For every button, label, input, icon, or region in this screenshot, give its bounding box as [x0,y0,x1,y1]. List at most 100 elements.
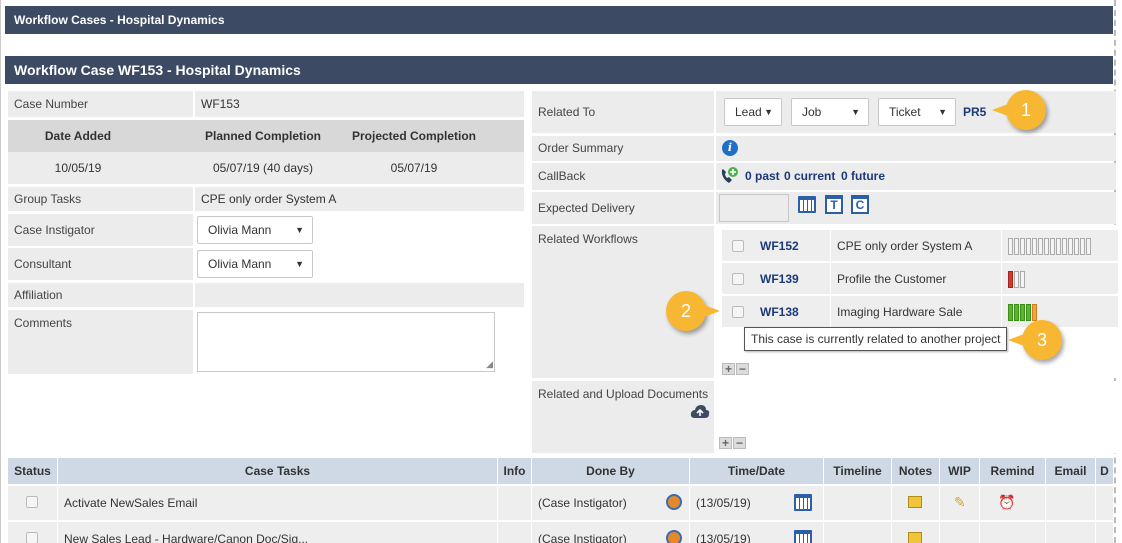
email-cell [1046,486,1096,520]
calendar-icon[interactable] [798,196,816,213]
lead-select[interactable]: Lead ▼ [724,98,782,126]
task-checkbox[interactable] [26,532,38,543]
col-email[interactable]: Email [1046,458,1096,484]
job-select-value: Job [802,105,822,119]
window-title-bar: Workflow Cases - Hospital Dynamics [5,6,1113,34]
related-project-link[interactable]: PR5 [963,98,986,126]
expected-delivery-input[interactable] [719,194,789,222]
planned-completion-header: Planned Completion [204,129,321,143]
dropdown-arrow-icon: ▼ [295,225,304,235]
workflow-id[interactable]: WF139 [760,263,799,295]
col-d[interactable]: D [1096,458,1113,484]
remove-workflow-button[interactable]: − [736,363,749,375]
case-number-label: Case Number [8,91,193,117]
resize-handle-icon[interactable]: ◢ [486,359,493,370]
col-timeline[interactable]: Timeline [824,458,892,484]
callback-current-link[interactable]: 0 current [784,163,835,190]
info-icon[interactable]: i [722,140,738,156]
task-checkbox[interactable] [26,496,38,508]
cell-divider [830,263,831,295]
notes-icon[interactable] [908,532,922,543]
workflow-row[interactable]: WF138 Imaging Hardware Sale [722,296,1118,328]
add-document-button[interactable]: + [719,437,732,449]
upload-cloud-icon[interactable] [690,404,710,420]
workflow-checkbox[interactable] [732,273,744,285]
dropdown-arrow-icon: ▼ [938,107,947,117]
calendar-icon[interactable] [794,530,812,543]
workflow-row[interactable]: WF152 CPE only order System A [722,230,1118,262]
table-row[interactable]: Activate NewSales Email (Case Instigator… [8,486,1113,520]
status-cell [8,486,58,520]
dates-values: 10/05/19 05/07/19 (40 days) 05/07/19 [8,152,524,184]
job-select[interactable]: Job ▼ [791,98,869,126]
calendar-icon[interactable] [794,494,812,511]
add-workflow-button[interactable]: + [722,363,735,375]
documents-panel [716,381,1116,453]
wip-cell [940,522,980,543]
task-name[interactable]: Activate NewSales Email [58,486,498,520]
col-info[interactable]: Info [498,458,532,484]
workflow-checkbox[interactable] [732,240,744,252]
clear-date-icon[interactable]: C [851,195,869,214]
consultant-select[interactable]: Olivia Mann ▼ [197,250,313,278]
group-tasks-value: CPE only order System A [201,192,337,206]
workflow-checkbox[interactable] [732,306,744,318]
tasks-table-header: Status Case Tasks Info Done By Time/Date… [8,458,1113,484]
order-summary-cell [716,136,1116,161]
cell-divider [1001,263,1002,295]
case-title-bar: Workflow Case WF153 - Hospital Dynamics [5,56,1113,84]
col-status[interactable]: Status [8,458,58,484]
consultant-label: Consultant [8,248,193,280]
notes-icon[interactable] [908,496,922,508]
notes-cell [892,522,940,543]
related-to-label: Related To [532,91,714,133]
callout-badge: 2 [666,291,720,331]
ticket-select[interactable]: Ticket ▼ [878,98,956,126]
workflow-id[interactable]: WF138 [760,296,799,328]
comments-textarea[interactable]: ◢ [197,312,495,372]
col-notes[interactable]: Notes [892,458,940,484]
task-name[interactable]: New Sales Lead - Hardware/Canon Doc/Sig.… [58,522,498,543]
remind-cell: ⏰ [980,486,1046,520]
dropdown-arrow-icon: ▼ [851,107,860,117]
workflow-add-remove: + − [722,363,749,375]
callback-future-link[interactable]: 0 future [841,163,885,190]
phone-add-icon[interactable] [719,166,739,186]
workflow-row[interactable]: WF139 Profile the Customer [722,263,1118,295]
related-project-tooltip: This case is currently related to anothe… [744,327,1007,351]
wip-cell: ✎ [940,486,980,520]
case-number-cell [195,91,524,117]
today-icon[interactable]: T [825,195,843,214]
table-row[interactable]: New Sales Lead - Hardware/Canon Doc/Sig.… [8,522,1113,543]
col-done-by[interactable]: Done By [532,458,690,484]
pin-icon[interactable]: ✎ [954,494,966,510]
affiliation-label: Affiliation [8,283,193,307]
remove-document-button[interactable]: − [733,437,746,449]
projected-completion-header: Projected Completion [351,129,476,143]
workflow-name: Imaging Hardware Sale [837,305,963,319]
affiliation-field[interactable] [195,283,524,307]
info-cell [498,486,532,520]
workflow-name: Profile the Customer [837,272,947,286]
col-remind[interactable]: Remind [980,458,1046,484]
col-time-date[interactable]: Time/Date [690,458,824,484]
document-add-remove: + − [719,437,746,449]
instigator-label: Case Instigator [8,214,193,246]
group-tasks-label: Group Tasks [8,187,193,211]
order-summary-label: Order Summary [532,136,714,161]
cell-divider [830,296,831,328]
cell-divider [830,230,831,262]
documents-label: Related and Upload Documents [532,381,714,453]
workflow-progress-bar [1008,238,1091,255]
col-case-tasks[interactable]: Case Tasks [58,458,498,484]
alarm-clock-icon[interactable]: ⏰ [998,494,1015,510]
callout-badge: 3 [1008,320,1062,360]
dropdown-arrow-icon: ▼ [764,107,773,117]
workflow-id[interactable]: WF152 [760,230,799,262]
user-icon[interactable] [666,494,682,510]
callback-past-link[interactable]: 0 past [745,163,780,190]
user-icon[interactable] [666,530,682,543]
instigator-select[interactable]: Olivia Mann ▼ [197,216,313,244]
col-wip[interactable]: WIP [940,458,980,484]
cell-divider [1001,296,1002,328]
